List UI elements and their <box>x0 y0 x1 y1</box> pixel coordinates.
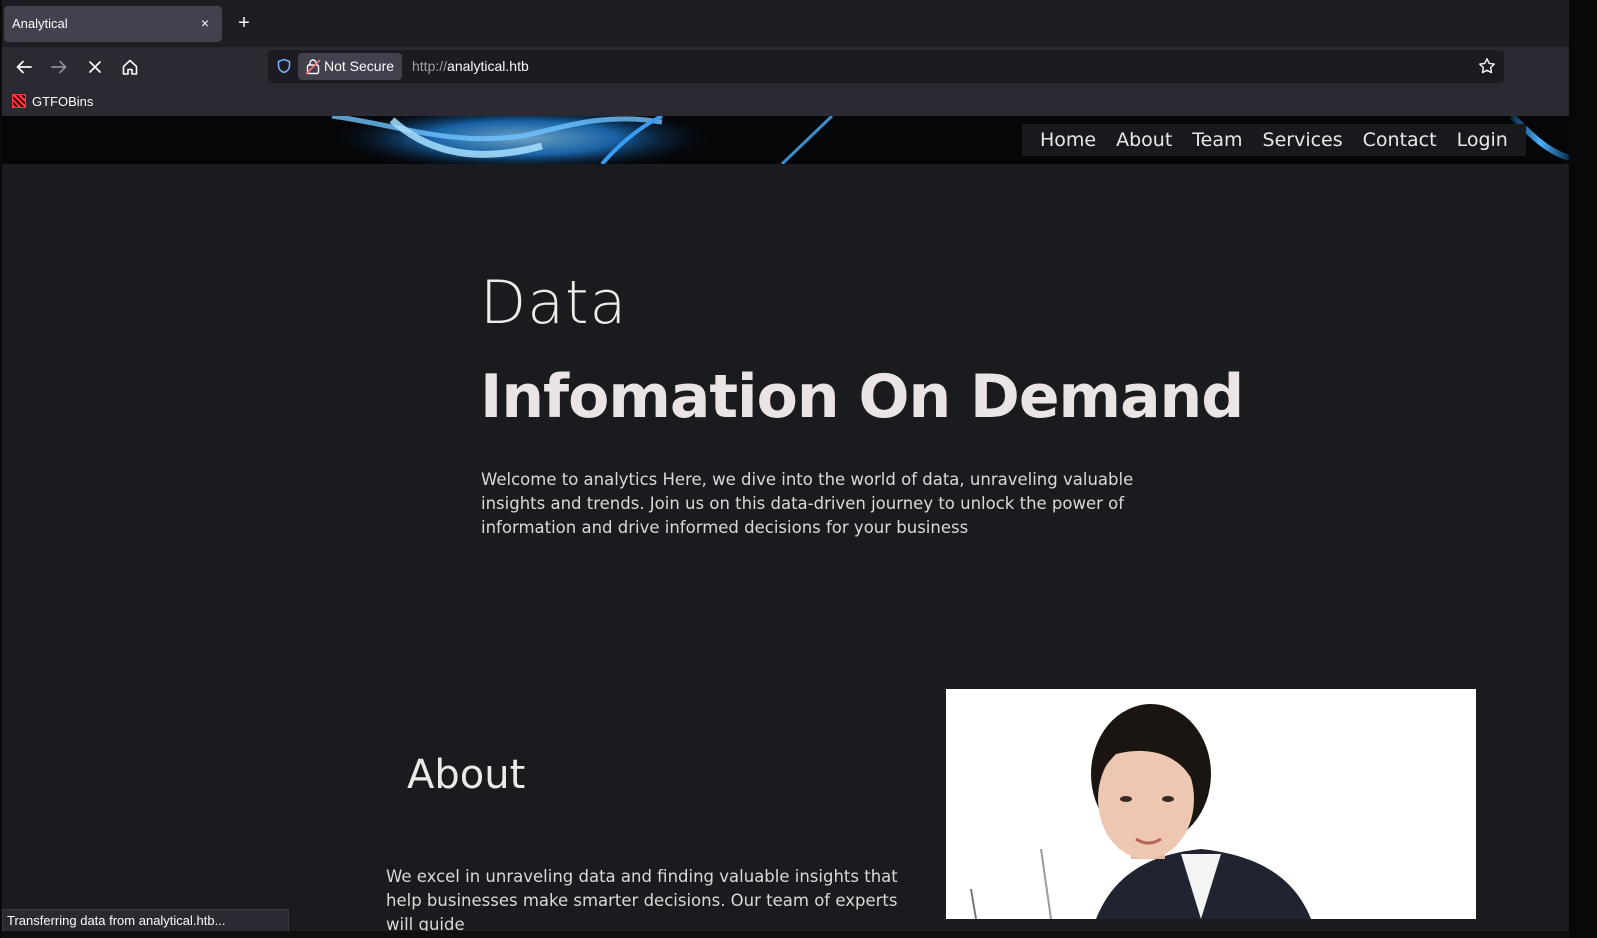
url-text[interactable]: http://analytical.htb <box>412 58 529 74</box>
nav-home[interactable]: Home <box>1040 129 1096 151</box>
not-secure-badge[interactable]: Not Secure <box>298 53 403 80</box>
about-heading: About <box>407 752 526 798</box>
home-button[interactable] <box>116 53 144 81</box>
bookmarks-bar: GTFOBins <box>0 87 1569 116</box>
about-paragraph: We excel in unraveling data and finding … <box>386 867 898 934</box>
window-edge <box>1569 0 1597 938</box>
nav-contact[interactable]: Contact <box>1363 129 1437 151</box>
tab-close-icon[interactable]: × <box>196 14 214 32</box>
nav-login[interactable]: Login <box>1457 129 1508 151</box>
window-bottom-edge <box>0 931 1569 938</box>
hero-heading-bold: Infomation On Demand <box>480 362 1244 432</box>
not-secure-label: Not Secure <box>324 58 395 74</box>
stop-button[interactable] <box>81 53 109 81</box>
window-left-edge <box>0 0 2 938</box>
bookmark-label: GTFOBins <box>32 93 94 109</box>
nav-team[interactable]: Team <box>1192 129 1242 151</box>
back-button[interactable] <box>10 53 38 81</box>
lock-icon <box>305 59 321 75</box>
new-tab-button[interactable]: + <box>232 12 256 36</box>
forward-button[interactable] <box>45 53 73 81</box>
close-icon <box>89 61 101 73</box>
about-photo <box>946 689 1476 919</box>
gtfobins-favicon-icon <box>12 94 26 108</box>
arrow-right-icon <box>51 60 67 74</box>
bookmark-gtfobins[interactable]: GTFOBins <box>12 91 93 111</box>
arrow-left-icon <box>16 60 32 74</box>
tab-title: Analytical <box>12 16 68 31</box>
header-banner: Home About Team Services Contact Login <box>2 116 1569 164</box>
status-bar: Transferring data from analytical.htb... <box>2 909 289 933</box>
web-page: Home About Team Services Contact Login D… <box>2 116 1569 938</box>
hero-heading-light: Data <box>480 268 628 338</box>
nav-about[interactable]: About <box>1116 129 1172 151</box>
shield-icon[interactable] <box>276 58 292 74</box>
home-icon <box>122 59 138 75</box>
tab-strip: Analytical × + <box>0 0 1569 47</box>
nav-toolbar: Not Secure http://analytical.htb <box>0 47 1569 87</box>
nav-services[interactable]: Services <box>1263 129 1343 151</box>
star-icon[interactable] <box>1478 57 1496 75</box>
portrait-image <box>946 689 1476 919</box>
hero-paragraph: Welcome to analytics Here, we dive into … <box>481 470 1134 537</box>
tab-analytical[interactable]: Analytical × <box>4 6 222 42</box>
url-scheme: http:// <box>412 58 448 74</box>
site-nav: Home About Team Services Contact Login <box>1022 124 1526 156</box>
url-host: analytical.htb <box>447 58 529 74</box>
url-bar[interactable]: Not Secure http://analytical.htb <box>268 50 1504 83</box>
